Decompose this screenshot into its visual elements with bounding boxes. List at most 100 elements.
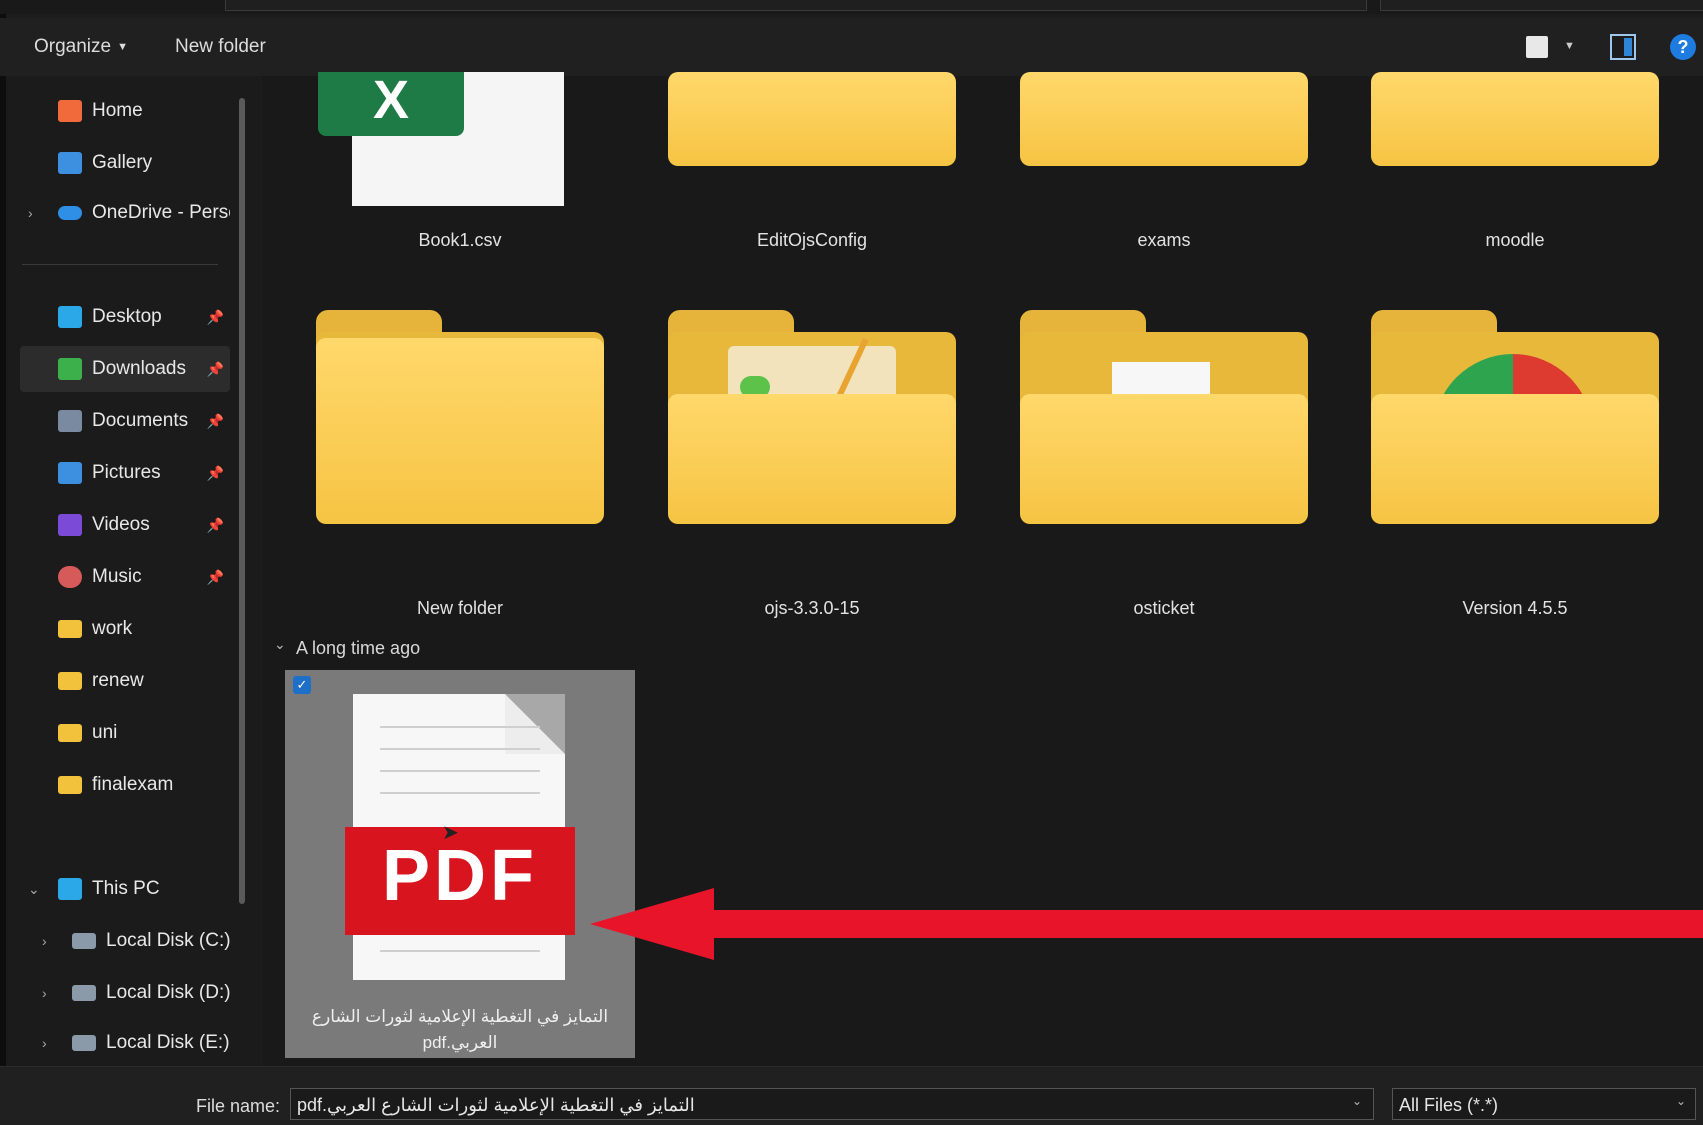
text-line	[380, 726, 540, 728]
sidebar-item-work[interactable]: work	[20, 606, 230, 652]
arrow-head-icon	[590, 888, 714, 960]
chevron-down-icon[interactable]: ⌄	[1352, 1094, 1362, 1108]
sidebar-item-downloads[interactable]: Downloads 📌	[20, 346, 230, 392]
chevron-right-icon[interactable]: ›	[42, 985, 47, 1001]
help-icon[interactable]: ?	[1670, 34, 1696, 60]
file-name-input[interactable]: التمايز في التغطية الإعلامية لثورات الشا…	[290, 1088, 1374, 1120]
sidebar-item-home[interactable]: Home	[20, 88, 230, 134]
sidebar-item-disk-e[interactable]: › Local Disk (E:)	[34, 1020, 244, 1066]
file-name: التمايز في التغطية الإعلامية لثورات الشا…	[311, 1007, 609, 1052]
preview-pane-icon[interactable]	[1610, 34, 1636, 60]
sidebar-item-this-pc[interactable]: ⌄ This PC	[20, 866, 230, 912]
sidebar-item-desktop[interactable]: Desktop 📌	[20, 294, 230, 340]
folder-icon	[1020, 394, 1308, 524]
drive-icon	[72, 933, 96, 949]
folder-icon	[58, 724, 82, 742]
folder-name: ojs-3.3.0-15	[764, 598, 860, 618]
chevron-down-icon[interactable]: ⌄	[274, 636, 286, 653]
sidebar-item-label: Home	[92, 100, 143, 121]
drive-icon	[72, 985, 96, 1001]
sidebar-item-disk-c[interactable]: › Local Disk (C:)	[34, 918, 244, 964]
folder-icon	[58, 620, 82, 638]
sidebar-scrollbar[interactable]	[239, 98, 245, 904]
chevron-right-icon[interactable]: ›	[42, 933, 47, 949]
folder-icon	[58, 776, 82, 794]
page-fold	[505, 694, 565, 754]
folder-icon	[1371, 72, 1659, 166]
sidebar-divider	[22, 264, 218, 265]
text-line	[380, 950, 540, 952]
sidebar-item-disk-d[interactable]: › Local Disk (D:)	[34, 970, 244, 1016]
file-name-label: File name:	[196, 1096, 281, 1116]
music-icon	[58, 566, 82, 588]
folder-icon	[316, 338, 604, 524]
gallery-icon	[58, 152, 82, 174]
excel-icon: X	[318, 72, 464, 136]
chevron-right-icon[interactable]: ›	[28, 205, 33, 221]
folder-name: exams	[1137, 230, 1191, 250]
view-icon[interactable]	[1526, 36, 1548, 58]
folder-icon	[58, 672, 82, 690]
folder-name: moodle	[1485, 230, 1545, 250]
sidebar-item-music[interactable]: Music 📌	[20, 554, 230, 600]
chevron-down-icon[interactable]: ▼	[1564, 40, 1575, 52]
text-line	[380, 748, 540, 750]
sidebar-item-uni[interactable]: uni	[20, 710, 230, 756]
documents-icon	[58, 410, 82, 432]
pictures-icon	[58, 462, 82, 484]
folder-name: osticket	[1133, 598, 1195, 618]
cursor-icon: ➤	[442, 822, 459, 844]
sidebar-item-onedrive[interactable]: › OneDrive - Perso	[20, 190, 230, 236]
folder-icon	[668, 72, 956, 166]
sidebar-item-label: This PC	[92, 878, 160, 899]
file-name: Book1.csv	[418, 230, 502, 250]
search-box[interactable]	[1380, 0, 1703, 11]
cloud-icon	[58, 206, 82, 220]
pin-icon[interactable]: 📌	[207, 361, 224, 378]
sidebar-item-label: Local Disk (C:)	[106, 930, 231, 951]
pdf-badge-text: PDF	[382, 836, 538, 916]
sidebar-item-finalexam[interactable]: finalexam	[20, 762, 230, 808]
videos-icon	[58, 514, 82, 536]
pin-icon[interactable]: 📌	[207, 569, 224, 586]
sidebar-item-label: Gallery	[92, 152, 153, 173]
toolbar: Organize ▼ New folder	[0, 18, 1703, 76]
sidebar-item-pictures[interactable]: Pictures 📌	[20, 450, 230, 496]
sidebar-item-documents[interactable]: Documents 📌	[20, 398, 230, 444]
checkbox[interactable]: ✓	[293, 676, 311, 694]
text-line	[380, 792, 540, 794]
address-bar[interactable]	[225, 0, 1367, 11]
sidebar-item-label: work	[92, 618, 133, 639]
new-folder-button[interactable]: New folder	[175, 36, 266, 58]
download-icon	[58, 358, 82, 380]
annotation-arrow	[700, 910, 1703, 938]
sidebar-item-label: Local Disk (D:)	[106, 982, 231, 1003]
chevron-down-icon: ▼	[117, 40, 128, 53]
pin-icon[interactable]: 📌	[207, 465, 224, 482]
chevron-down-icon[interactable]: ⌄	[1676, 1094, 1686, 1108]
folder-icon	[668, 394, 956, 524]
file-item-book1-csv[interactable]: X Book1.csv	[316, 72, 604, 252]
desktop-icon	[58, 306, 82, 328]
sidebar-item-label: finalexam	[92, 774, 174, 795]
sidebar-item-renew[interactable]: renew	[20, 658, 230, 704]
drive-icon	[72, 1035, 96, 1051]
text-line	[380, 770, 540, 772]
folder-name: EditOjsConfig	[756, 230, 868, 250]
organize-label: Organize	[34, 36, 112, 57]
sidebar-item-label: OneDrive - Perso	[92, 202, 230, 223]
folder-icon	[1020, 72, 1308, 166]
pin-icon[interactable]: 📌	[207, 413, 224, 430]
folder-name: Version 4.5.5	[1462, 598, 1568, 618]
file-type-select[interactable]: All Files (*.*)	[1392, 1088, 1696, 1120]
group-header[interactable]: A long time ago	[296, 638, 420, 659]
chevron-right-icon[interactable]: ›	[42, 1035, 47, 1051]
sidebar-item-gallery[interactable]: Gallery	[20, 140, 230, 186]
sidebar-item-label: Local Disk (E:)	[106, 1032, 230, 1053]
chevron-down-icon[interactable]: ⌄	[28, 881, 40, 898]
organize-button[interactable]: Organize ▼	[34, 36, 128, 58]
sidebar-item-videos[interactable]: Videos 📌	[20, 502, 230, 548]
pin-icon[interactable]: 📌	[207, 517, 224, 534]
folder-icon	[1371, 394, 1659, 524]
pin-icon[interactable]: 📌	[207, 309, 224, 326]
